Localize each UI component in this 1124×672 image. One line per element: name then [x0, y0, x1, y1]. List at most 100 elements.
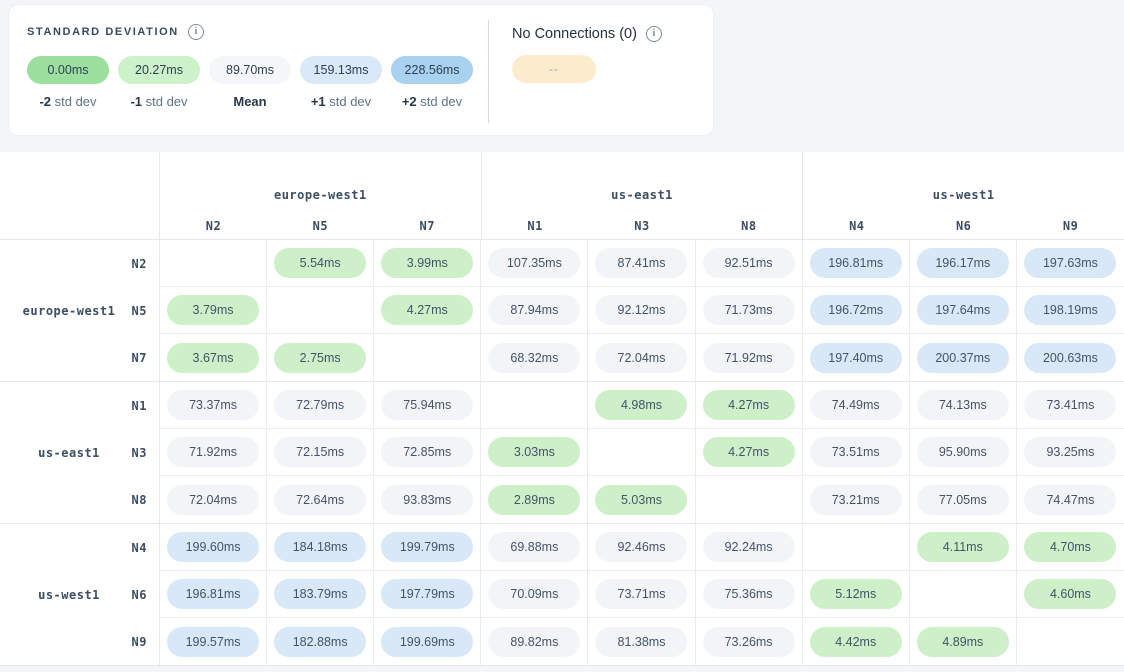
latency-chip[interactable]: 4.27ms — [381, 295, 473, 325]
latency-chip[interactable]: 2.89ms — [488, 485, 580, 515]
matrix-cell: 200.63ms — [1017, 334, 1124, 381]
matrix-cell: 75.36ms — [696, 571, 803, 618]
latency-chip[interactable]: 196.72ms — [810, 295, 902, 325]
latency-chip[interactable]: 92.12ms — [595, 295, 687, 325]
matrix-cell: 199.79ms — [374, 524, 481, 571]
column-group-label: us-west1 — [803, 188, 1124, 202]
latency-chip[interactable]: 87.41ms — [595, 248, 687, 278]
latency-chip[interactable]: 5.12ms — [810, 579, 902, 609]
latency-chip[interactable]: 4.11ms — [917, 532, 1009, 562]
latency-chip[interactable]: 73.41ms — [1024, 390, 1116, 420]
latency-chip[interactable]: 89.82ms — [488, 627, 580, 657]
matrix-cell: 5.54ms — [267, 240, 374, 287]
latency-chip[interactable]: 197.64ms — [917, 295, 1009, 325]
legend-stop-chip: 159.13ms — [300, 56, 382, 84]
row-group: europe-west1N2N5N75.54ms3.99ms107.35ms87… — [0, 240, 1124, 382]
latency-chip[interactable]: 200.37ms — [917, 343, 1009, 373]
latency-chip[interactable]: 75.36ms — [703, 579, 795, 609]
matrix-cell: 73.41ms — [1017, 382, 1124, 429]
matrix-cell — [481, 382, 588, 429]
matrix-cell: 4.27ms — [696, 382, 803, 429]
latency-chip[interactable]: 196.81ms — [167, 579, 259, 609]
latency-chip[interactable]: 3.99ms — [381, 248, 473, 278]
latency-chip[interactable]: 4.42ms — [810, 627, 902, 657]
latency-chip[interactable]: 4.89ms — [917, 627, 1009, 657]
latency-chip[interactable]: 183.79ms — [274, 579, 366, 609]
latency-chip[interactable]: 196.17ms — [917, 248, 1009, 278]
latency-chip[interactable]: 4.70ms — [1024, 532, 1116, 562]
latency-chip[interactable]: 95.90ms — [917, 437, 1009, 467]
latency-chip[interactable]: 73.71ms — [595, 579, 687, 609]
latency-chip[interactable]: 71.92ms — [167, 437, 259, 467]
latency-chip[interactable]: 196.81ms — [810, 248, 902, 278]
latency-chip[interactable]: 5.03ms — [595, 485, 687, 515]
latency-chip[interactable]: 92.46ms — [595, 532, 687, 562]
latency-chip[interactable]: 73.26ms — [703, 627, 795, 657]
latency-chip[interactable]: 75.94ms — [381, 390, 473, 420]
latency-chip[interactable]: 4.98ms — [595, 390, 687, 420]
latency-chip[interactable]: 3.03ms — [488, 437, 580, 467]
matrix-cell — [267, 287, 374, 334]
latency-chip[interactable]: 199.60ms — [167, 532, 259, 562]
latency-chip[interactable]: 72.79ms — [274, 390, 366, 420]
latency-chip[interactable]: 199.69ms — [381, 627, 473, 657]
matrix-cell: 183.79ms — [267, 571, 374, 618]
matrix-cell: 87.94ms — [481, 287, 588, 334]
latency-chip[interactable]: 92.24ms — [703, 532, 795, 562]
matrix-cell: 93.83ms — [374, 476, 481, 523]
latency-chip[interactable]: 197.63ms — [1024, 248, 1116, 278]
latency-chip[interactable]: 70.09ms — [488, 579, 580, 609]
latency-chip[interactable]: 3.79ms — [167, 295, 259, 325]
latency-chip[interactable]: 3.67ms — [167, 343, 259, 373]
latency-chip[interactable]: 197.79ms — [381, 579, 473, 609]
latency-chip[interactable]: 107.35ms — [488, 248, 580, 278]
latency-chip[interactable]: 81.38ms — [595, 627, 687, 657]
latency-chip[interactable]: 182.88ms — [274, 627, 366, 657]
legend-stop-chip: 0.00ms — [27, 56, 109, 84]
latency-chip[interactable]: 199.79ms — [381, 532, 473, 562]
latency-chip[interactable]: 184.18ms — [274, 532, 366, 562]
latency-chip[interactable]: 73.21ms — [810, 485, 902, 515]
latency-chip[interactable]: 77.05ms — [917, 485, 1009, 515]
row-group-cells: 73.37ms 72.79ms 75.94ms 4.98ms 4.27ms 74.49ms… — [160, 382, 1124, 523]
latency-chip[interactable]: 69.88ms — [488, 532, 580, 562]
latency-chip[interactable]: 4.60ms — [1024, 579, 1116, 609]
latency-chip[interactable]: 72.04ms — [167, 485, 259, 515]
latency-chip[interactable]: 74.49ms — [810, 390, 902, 420]
latency-chip[interactable]: 198.19ms — [1024, 295, 1116, 325]
latency-chip[interactable]: 4.27ms — [703, 437, 795, 467]
matrix-cell: 2.89ms — [481, 476, 588, 523]
latency-chip[interactable]: 199.57ms — [167, 627, 259, 657]
latency-chip[interactable]: 71.73ms — [703, 295, 795, 325]
latency-chip[interactable]: 72.04ms — [595, 343, 687, 373]
legend-stop-chip: 20.27ms — [118, 56, 200, 84]
latency-chip[interactable]: 72.64ms — [274, 485, 366, 515]
matrix-cell: 74.49ms — [803, 382, 910, 429]
latency-chip[interactable]: 93.25ms — [1024, 437, 1116, 467]
latency-chip[interactable]: 72.15ms — [274, 437, 366, 467]
latency-chip[interactable]: 197.40ms — [810, 343, 902, 373]
latency-chip[interactable]: 93.83ms — [381, 485, 473, 515]
latency-chip[interactable]: 2.75ms — [274, 343, 366, 373]
matrix-cell: 93.25ms — [1017, 429, 1124, 476]
latency-chip[interactable]: 68.32ms — [488, 343, 580, 373]
latency-chip[interactable]: 74.47ms — [1024, 485, 1116, 515]
latency-chip[interactable]: 87.94ms — [488, 295, 580, 325]
matrix-cell: 197.40ms — [803, 334, 910, 381]
column-group: us-west1N4N6N9 — [803, 152, 1124, 239]
latency-chip[interactable]: 5.54ms — [274, 248, 366, 278]
latency-chip[interactable]: 92.51ms — [703, 248, 795, 278]
latency-chip[interactable]: 4.27ms — [703, 390, 795, 420]
latency-chip[interactable]: 74.13ms — [917, 390, 1009, 420]
latency-chip[interactable]: 200.63ms — [1024, 343, 1116, 373]
row-node-label: N7 — [0, 334, 159, 381]
info-icon[interactable]: i — [188, 24, 204, 40]
legend-stop-label: -1 std dev — [118, 94, 200, 109]
latency-chip[interactable]: 73.37ms — [167, 390, 259, 420]
info-icon[interactable]: i — [646, 26, 662, 42]
latency-chip[interactable]: 71.92ms — [703, 343, 795, 373]
latency-chip[interactable]: 73.51ms — [810, 437, 902, 467]
matrix-cell: 199.69ms — [374, 618, 481, 665]
matrix-cell: 71.92ms — [160, 429, 267, 476]
latency-chip[interactable]: 72.85ms — [381, 437, 473, 467]
